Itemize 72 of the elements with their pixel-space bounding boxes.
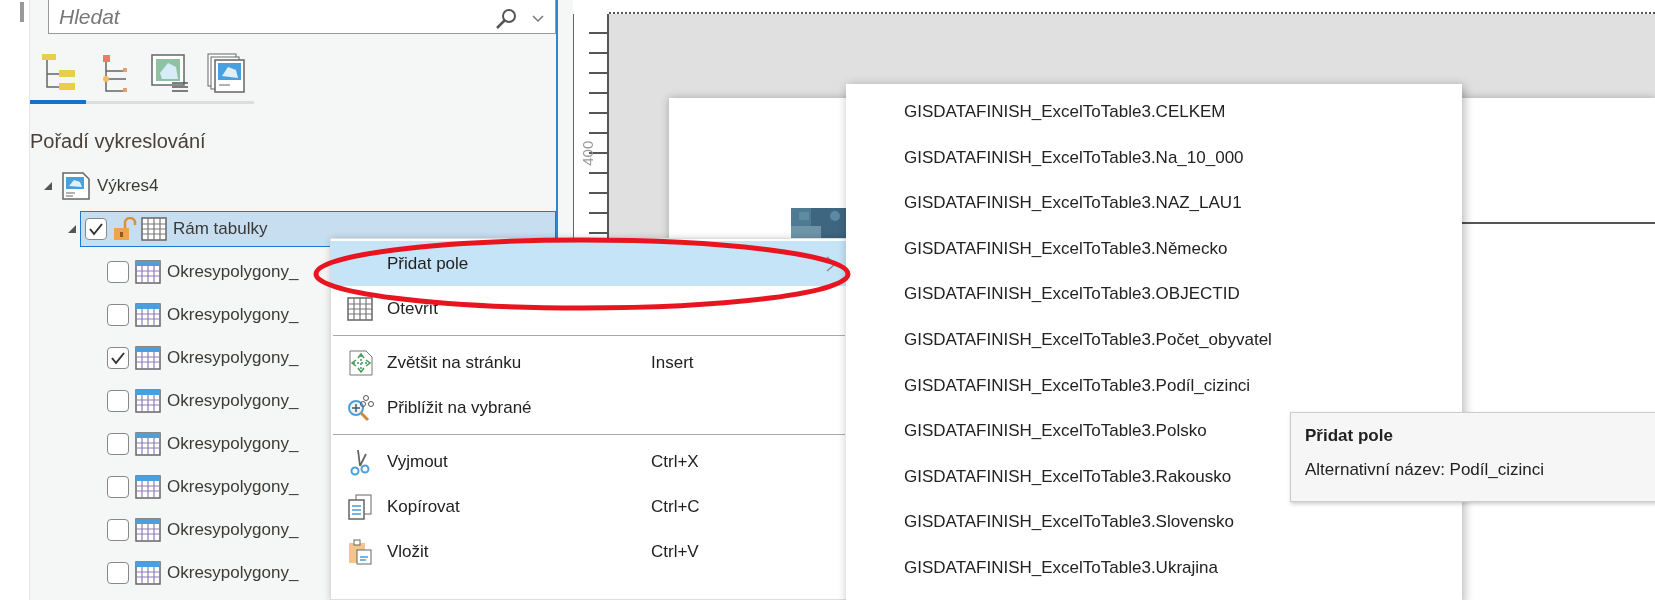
shortcut-label: Ctrl+X: [651, 450, 700, 473]
menu-item[interactable]: GISDATAFINISH_ExcelToTable3.Ukrajina: [846, 544, 1462, 591]
unlocked-padlock-icon: [113, 216, 137, 241]
table-icon: [135, 517, 161, 542]
table-icon: [135, 302, 161, 327]
ruler-label: 400: [578, 140, 598, 166]
map-icon: [150, 52, 190, 93]
checkbox[interactable]: [107, 475, 129, 498]
checkbox[interactable]: [107, 303, 129, 326]
menu-item[interactable]: GISDATAFINISH_ExcelToTable3.Slovensko: [846, 499, 1462, 545]
menu-item-label: Vyjmout: [387, 450, 449, 473]
checkbox[interactable]: [107, 518, 129, 541]
zoom-in-icon: [346, 393, 374, 422]
menu-item[interactable]: GISDATAFINISH_ExcelToTable3.Německo: [846, 225, 1462, 272]
tree-item-label: Okresypolygony_: [167, 475, 299, 498]
search-field[interactable]: Hledat: [48, 0, 556, 34]
checkbox[interactable]: [107, 561, 129, 584]
tree-item-label: Okresypolygony_: [167, 561, 299, 584]
panel-grip[interactable]: [20, 2, 24, 22]
menu-item[interactable]: GISDATAFINISH_ExcelToTable3.CELKEM: [846, 89, 1462, 135]
menu-item[interactable]: Přidat pole: [331, 241, 847, 286]
menu-item[interactable]: Vyjmout Ctrl+X: [331, 439, 847, 484]
menu-item-label: Přiblížit na vybrané: [387, 396, 533, 419]
panel-heading: Pořadí vykreslování: [30, 129, 207, 154]
menu-item[interactable]: Zvětšit na stránku Insert: [331, 340, 847, 385]
checkbox[interactable]: [85, 217, 107, 240]
table-icon: [135, 345, 161, 370]
menu-item[interactable]: Vložit Ctrl+V: [331, 529, 847, 574]
menu-item-label: Zvětšit na stránku: [387, 351, 523, 374]
tree-item-label: Okresypolygony_: [167, 303, 299, 326]
table-icon: [135, 560, 161, 585]
tree-item[interactable]: Výkres4: [56, 167, 556, 204]
checkbox[interactable]: [107, 389, 129, 412]
tooltip-text: Alternativní název: Podíl_cizinci: [1305, 459, 1545, 479]
drawing-order-icon: [39, 52, 77, 92]
scissors-icon: [348, 447, 372, 476]
paste-icon: [347, 537, 373, 566]
tooltip-title: Přidat pole: [1305, 425, 1394, 447]
table-icon: [135, 431, 161, 456]
menu-item-label: Vložit: [387, 540, 430, 563]
menu-item[interactable]: GISDATAFINISH_ExcelToTable3.OBJECTID: [846, 271, 1462, 317]
menu-item[interactable]: Přiblížit na vybrané: [331, 385, 847, 430]
shortcut-label: Insert: [651, 351, 695, 374]
tree-item-label: Okresypolygony_: [167, 432, 299, 455]
table-icon: [135, 259, 161, 284]
tree-item-label: Výkres4: [97, 174, 159, 197]
tree-item-label: Okresypolygony_: [167, 518, 299, 541]
table-icon: [141, 216, 167, 241]
checkbox[interactable]: [107, 346, 129, 369]
shortcut-label: Ctrl+C: [651, 495, 701, 518]
checkbox[interactable]: [107, 260, 129, 283]
menu-item[interactable]: Kopírovat Ctrl+C: [331, 484, 847, 529]
layout-icon: [61, 170, 91, 201]
table-icon: [135, 388, 161, 413]
menu-item[interactable]: GISDATAFINISH_ExcelToTable3.Počet_obyvatel: [846, 316, 1462, 363]
menu-item[interactable]: GISDATAFINISH_ExcelToTable3.Na_10_000: [846, 134, 1462, 181]
checkbox[interactable]: [107, 432, 129, 455]
menu-item[interactable]: GISDATAFINISH_ExcelToTable3.NAZ_LAU1: [846, 180, 1462, 226]
shortcut-label: Ctrl+V: [651, 540, 700, 563]
zoom-to-page-icon: [346, 348, 374, 377]
menu-item-label: Kopírovat: [387, 495, 461, 518]
table-icon: [135, 474, 161, 499]
tree-item-label: Okresypolygony_: [167, 346, 299, 369]
tree-item-label: Okresypolygony_: [167, 260, 299, 283]
table-icon: [347, 296, 373, 321]
menu-item-label: Přidat pole: [387, 252, 470, 275]
layouts-icon: [206, 51, 246, 94]
tree-item-label: Rám tabulky: [173, 217, 268, 240]
menu-item[interactable]: GISDATAFINISH_ExcelToTable3.Podíl_cizinci: [846, 362, 1462, 409]
copy-icon: [347, 492, 373, 521]
tree-item-label: Okresypolygony_: [167, 389, 299, 412]
search-icon: [494, 6, 518, 31]
